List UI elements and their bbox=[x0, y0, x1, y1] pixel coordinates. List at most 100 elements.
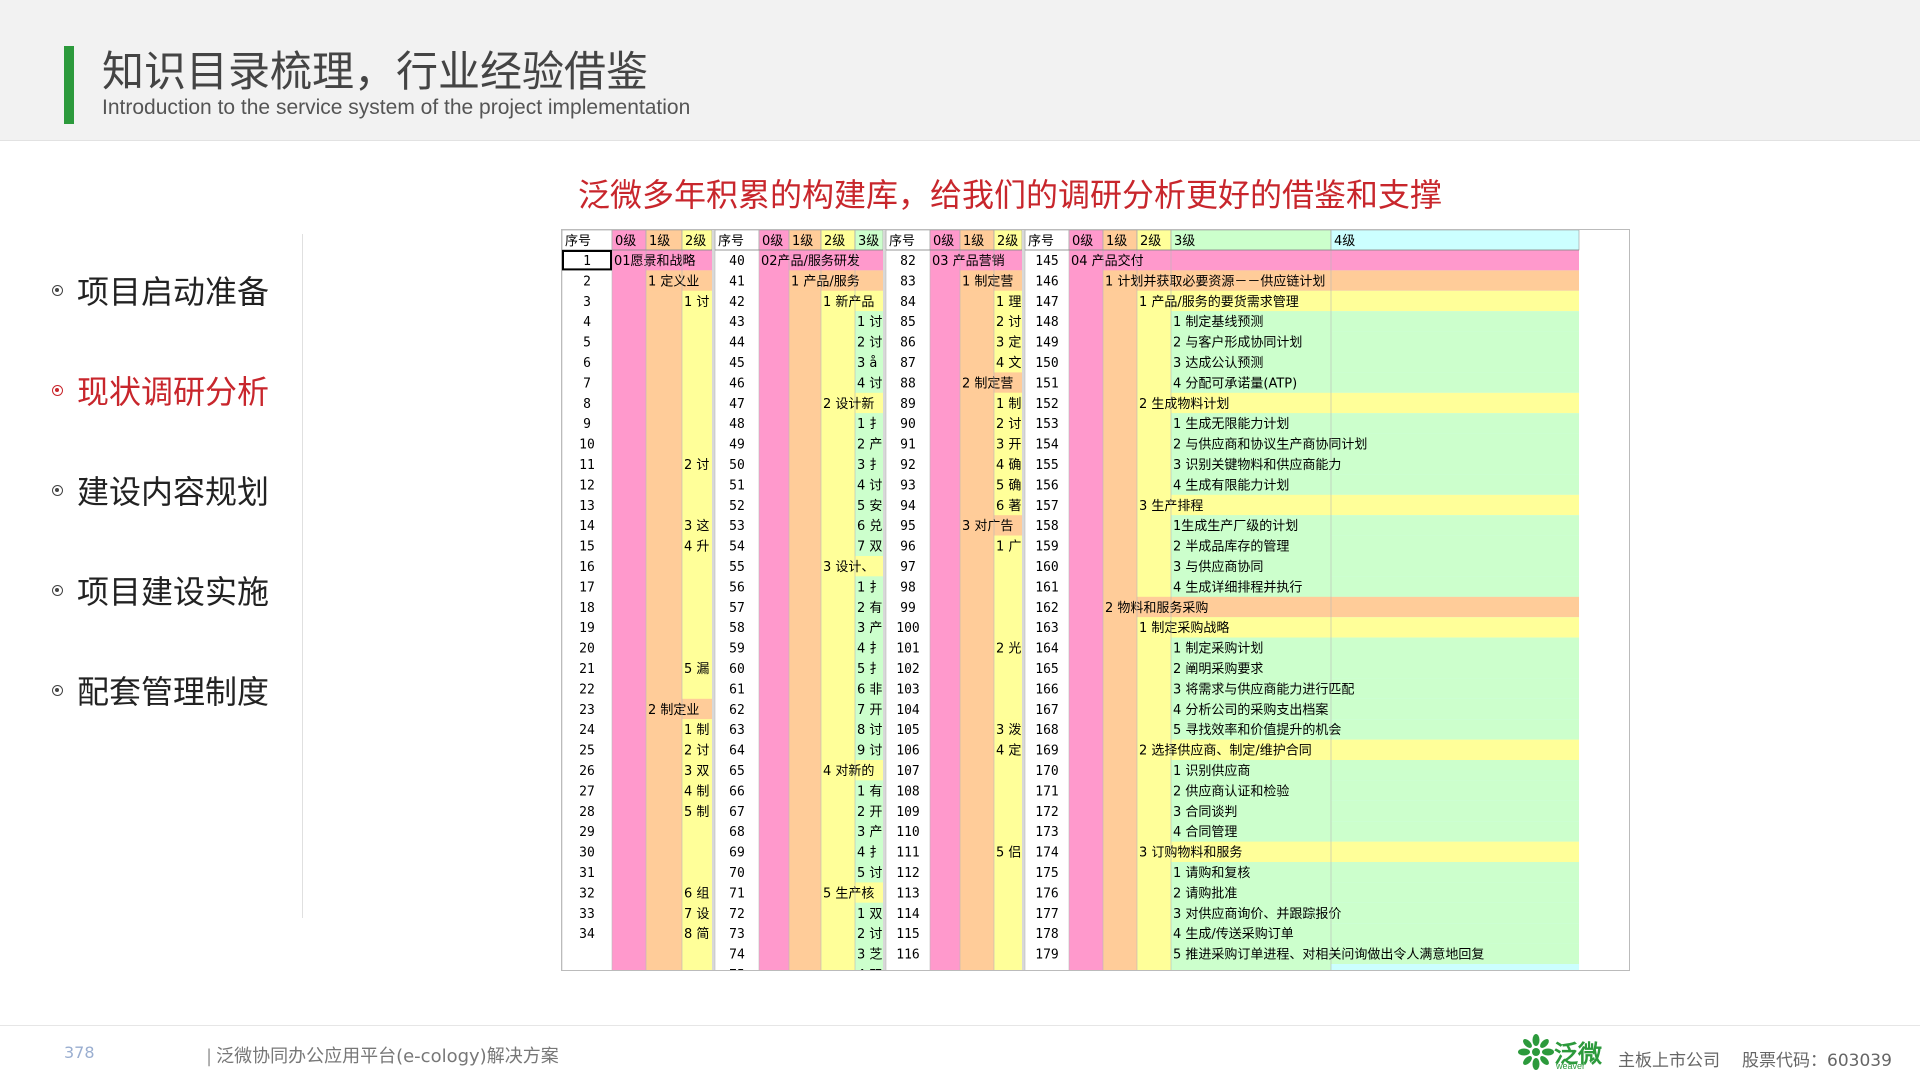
row-cell-text: 2 产 bbox=[857, 438, 882, 453]
row-cell-text: 2 与供应商和协议生产商协同计划 bbox=[1173, 437, 1367, 453]
row-number: 109 bbox=[896, 805, 919, 820]
row-number: 146 bbox=[1035, 274, 1058, 289]
block-separator bbox=[712, 230, 715, 970]
row-number: 105 bbox=[896, 723, 919, 738]
row-number: 33 bbox=[579, 907, 595, 922]
row-number: 11 bbox=[579, 458, 595, 473]
row-number: 172 bbox=[1035, 805, 1058, 820]
row-cell-text: 4 合同管理 bbox=[1173, 825, 1237, 840]
row-number: 156 bbox=[1035, 478, 1058, 493]
row-number: 23 bbox=[579, 703, 595, 718]
row-cell-text: 4 扌 bbox=[857, 642, 882, 657]
page-title: 知识目录梳理，行业经验借鉴 bbox=[102, 47, 649, 96]
row-number: 98 bbox=[900, 580, 916, 595]
row-cell-text: 3 这 bbox=[684, 518, 709, 534]
row-cell-text: 4 分析公司的采购支出档案 bbox=[1173, 702, 1328, 718]
row-number: 148 bbox=[1035, 315, 1058, 330]
row-number: 92 bbox=[900, 458, 916, 473]
row-cell-text: 1 制定采购计划 bbox=[1173, 641, 1263, 657]
row-cell-text: 3 产 bbox=[857, 621, 882, 636]
row-number: 62 bbox=[729, 703, 745, 718]
row-number: 30 bbox=[579, 846, 595, 861]
row-number: 164 bbox=[1035, 642, 1059, 657]
row-number: 69 bbox=[729, 846, 745, 861]
row-cell-text: 3 合同谈判 bbox=[1173, 805, 1237, 820]
column-fill bbox=[682, 250, 712, 970]
row-cell-text: 3 产 bbox=[857, 825, 882, 840]
row-cell-text: 4 确 bbox=[996, 458, 1021, 473]
row-cell-text: 2 阐明采购要求 bbox=[1173, 661, 1263, 677]
row-cell-text: 4 分配可承诺量(ATP) bbox=[1173, 376, 1297, 391]
row-number: 111 bbox=[896, 846, 919, 861]
row-cell-text: 2 供应商认证和检验 bbox=[1173, 783, 1289, 799]
row-number: 163 bbox=[1035, 621, 1058, 636]
row-cell-text: 6 著 bbox=[996, 499, 1021, 514]
row-cell-text: 2 讨 bbox=[684, 458, 709, 473]
row-cell-text: 1 讨 bbox=[857, 315, 882, 330]
row-cell-text: 3 扌 bbox=[857, 458, 882, 473]
row-cell-text: 3 å bbox=[857, 356, 877, 371]
row-number: 26 bbox=[579, 764, 595, 779]
nav-divider bbox=[302, 234, 303, 918]
row-number: 61 bbox=[729, 682, 745, 697]
row-number: 162 bbox=[1035, 601, 1058, 616]
row-cell-text: 3 双 bbox=[684, 764, 709, 779]
row-number: 175 bbox=[1035, 866, 1058, 881]
row-number: 1 bbox=[583, 254, 591, 269]
row-cell-text: 3 将需求与供应商能力进行匹配 bbox=[1173, 681, 1354, 697]
column-fill bbox=[646, 250, 682, 970]
row-number: 28 bbox=[579, 805, 595, 820]
row-number: 87 bbox=[900, 356, 916, 371]
row-number: 178 bbox=[1035, 927, 1058, 942]
row-cell-text: 5 侣 bbox=[996, 846, 1021, 861]
row-number: 60 bbox=[729, 662, 745, 677]
nav-item-implementation[interactable]: 项目建设实施 bbox=[52, 560, 312, 620]
row-number: 43 bbox=[729, 315, 745, 330]
row-cell-text: 7 设 bbox=[684, 907, 709, 922]
row-number: 31 bbox=[579, 866, 595, 881]
nav-item-current-analysis[interactable]: 现状调研分析 bbox=[52, 360, 312, 420]
row-cell-text: 4 定 bbox=[996, 744, 1021, 759]
row-number: 15 bbox=[579, 540, 595, 555]
row-number: 83 bbox=[900, 274, 916, 289]
row-number: 85 bbox=[900, 315, 916, 330]
nav-item-project-start[interactable]: 项目启动准备 bbox=[52, 260, 312, 320]
header-label: 1级 bbox=[963, 234, 984, 249]
row-number: 55 bbox=[729, 560, 745, 575]
row-cell-text: 4 对新的 bbox=[823, 763, 874, 779]
row-number: 7 bbox=[583, 376, 591, 391]
row-cell-text: 1 识别供应商 bbox=[1173, 763, 1250, 779]
row-number: 168 bbox=[1035, 723, 1058, 738]
row-number: 157 bbox=[1035, 499, 1058, 514]
row-cell-text: 2 半成品库存的管理 bbox=[1173, 539, 1289, 555]
row-number: 74 bbox=[729, 948, 745, 963]
row-number: 66 bbox=[729, 784, 745, 799]
row-cell-text: 5 漏 bbox=[684, 661, 709, 677]
row-number: 113 bbox=[896, 886, 919, 901]
row-cell-text: 5 制 bbox=[684, 805, 709, 820]
column-fill bbox=[1069, 250, 1103, 970]
row-cell-text: 1 讨 bbox=[684, 295, 709, 310]
row-cell-text: 3 订购物料和服务 bbox=[1139, 845, 1242, 861]
row-cell-text: 7 双 bbox=[857, 540, 882, 555]
nav-item-content-planning[interactable]: 建设内容规划 bbox=[52, 460, 312, 520]
row-number: 115 bbox=[896, 927, 919, 942]
row-number: 93 bbox=[900, 478, 916, 493]
row-number: 89 bbox=[900, 397, 916, 412]
block-separator bbox=[1022, 230, 1025, 970]
header-label: 2级 bbox=[1140, 234, 1161, 249]
row-number: 166 bbox=[1035, 682, 1058, 697]
row-cell-text: 1 制定采购战略 bbox=[1139, 620, 1229, 636]
spreadsheet-svg: 序号 0级 1级 2级1 01愿景和战略2 1 定义业3 1 讨4567891011 2 讨1… bbox=[562, 230, 1580, 970]
row-cell-text: 8 简 bbox=[684, 926, 709, 942]
row-number: 145 bbox=[1035, 254, 1058, 269]
row-cell-text: 9 讨 bbox=[857, 744, 882, 759]
footer-divider bbox=[0, 1025, 1920, 1026]
nav-item-label: 项目建设实施 bbox=[77, 573, 270, 611]
bullet-icon bbox=[52, 684, 63, 696]
row-number: 59 bbox=[729, 642, 745, 657]
row-number: 170 bbox=[1035, 764, 1058, 779]
row-number: 46 bbox=[729, 376, 745, 391]
nav-item-management-system[interactable]: 配套管理制度 bbox=[52, 660, 312, 720]
row-number: 169 bbox=[1035, 744, 1058, 759]
